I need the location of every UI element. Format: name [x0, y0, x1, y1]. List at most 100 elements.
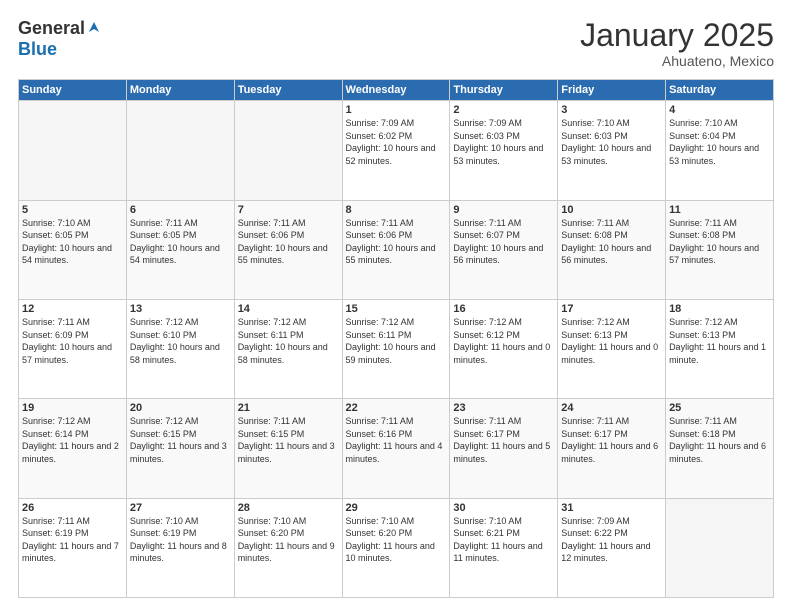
table-row: 24Sunrise: 7:11 AMSunset: 6:17 PMDayligh… [558, 399, 666, 498]
day-number: 11 [669, 204, 770, 216]
day-number: 22 [346, 402, 447, 414]
day-info: Sunrise: 7:11 AMSunset: 6:16 PMDaylight:… [346, 415, 447, 465]
day-number: 24 [561, 402, 662, 414]
title-block: January 2025 Ahuateno, Mexico [580, 18, 774, 69]
table-row: 16Sunrise: 7:12 AMSunset: 6:12 PMDayligh… [450, 299, 558, 398]
day-number: 25 [669, 402, 770, 414]
day-info: Sunrise: 7:10 AMSunset: 6:21 PMDaylight:… [453, 515, 554, 565]
table-row: 2Sunrise: 7:09 AMSunset: 6:03 PMDaylight… [450, 101, 558, 200]
location-title: Ahuateno, Mexico [580, 53, 774, 69]
header-thursday: Thursday [450, 80, 558, 101]
table-row: 1Sunrise: 7:09 AMSunset: 6:02 PMDaylight… [342, 101, 450, 200]
page: General Blue January 2025 Ahuateno, Mexi… [0, 0, 792, 612]
day-info: Sunrise: 7:12 AMSunset: 6:11 PMDaylight:… [238, 316, 339, 366]
table-row: 12Sunrise: 7:11 AMSunset: 6:09 PMDayligh… [19, 299, 127, 398]
day-number: 4 [669, 104, 770, 116]
day-info: Sunrise: 7:12 AMSunset: 6:13 PMDaylight:… [561, 316, 662, 366]
logo-general-text: General [18, 18, 85, 39]
day-info: Sunrise: 7:12 AMSunset: 6:15 PMDaylight:… [130, 415, 231, 465]
day-number: 1 [346, 104, 447, 116]
day-number: 19 [22, 402, 123, 414]
day-number: 28 [238, 502, 339, 514]
day-info: Sunrise: 7:12 AMSunset: 6:10 PMDaylight:… [130, 316, 231, 366]
table-row: 14Sunrise: 7:12 AMSunset: 6:11 PMDayligh… [234, 299, 342, 398]
day-number: 9 [453, 204, 554, 216]
day-info: Sunrise: 7:11 AMSunset: 6:07 PMDaylight:… [453, 217, 554, 267]
day-number: 29 [346, 502, 447, 514]
table-row [666, 498, 774, 597]
day-number: 13 [130, 303, 231, 315]
day-info: Sunrise: 7:12 AMSunset: 6:13 PMDaylight:… [669, 316, 770, 366]
table-row: 25Sunrise: 7:11 AMSunset: 6:18 PMDayligh… [666, 399, 774, 498]
day-number: 5 [22, 204, 123, 216]
day-info: Sunrise: 7:12 AMSunset: 6:14 PMDaylight:… [22, 415, 123, 465]
header-friday: Friday [558, 80, 666, 101]
table-row: 29Sunrise: 7:10 AMSunset: 6:20 PMDayligh… [342, 498, 450, 597]
table-row: 11Sunrise: 7:11 AMSunset: 6:08 PMDayligh… [666, 200, 774, 299]
logo: General Blue [18, 18, 101, 60]
week-row-1: 1Sunrise: 7:09 AMSunset: 6:02 PMDaylight… [19, 101, 774, 200]
table-row: 7Sunrise: 7:11 AMSunset: 6:06 PMDaylight… [234, 200, 342, 299]
day-number: 26 [22, 502, 123, 514]
logo-arrow-icon [87, 20, 101, 39]
day-info: Sunrise: 7:10 AMSunset: 6:05 PMDaylight:… [22, 217, 123, 267]
day-info: Sunrise: 7:10 AMSunset: 6:03 PMDaylight:… [561, 117, 662, 167]
day-info: Sunrise: 7:11 AMSunset: 6:09 PMDaylight:… [22, 316, 123, 366]
day-info: Sunrise: 7:12 AMSunset: 6:11 PMDaylight:… [346, 316, 447, 366]
table-row: 5Sunrise: 7:10 AMSunset: 6:05 PMDaylight… [19, 200, 127, 299]
table-row: 4Sunrise: 7:10 AMSunset: 6:04 PMDaylight… [666, 101, 774, 200]
day-info: Sunrise: 7:09 AMSunset: 6:02 PMDaylight:… [346, 117, 447, 167]
day-info: Sunrise: 7:11 AMSunset: 6:18 PMDaylight:… [669, 415, 770, 465]
header-wednesday: Wednesday [342, 80, 450, 101]
table-row: 13Sunrise: 7:12 AMSunset: 6:10 PMDayligh… [126, 299, 234, 398]
table-row: 31Sunrise: 7:09 AMSunset: 6:22 PMDayligh… [558, 498, 666, 597]
day-info: Sunrise: 7:11 AMSunset: 6:17 PMDaylight:… [453, 415, 554, 465]
day-number: 15 [346, 303, 447, 315]
day-number: 17 [561, 303, 662, 315]
day-info: Sunrise: 7:11 AMSunset: 6:19 PMDaylight:… [22, 515, 123, 565]
table-row [19, 101, 127, 200]
table-row: 10Sunrise: 7:11 AMSunset: 6:08 PMDayligh… [558, 200, 666, 299]
week-row-2: 5Sunrise: 7:10 AMSunset: 6:05 PMDaylight… [19, 200, 774, 299]
day-number: 6 [130, 204, 231, 216]
day-number: 8 [346, 204, 447, 216]
week-row-5: 26Sunrise: 7:11 AMSunset: 6:19 PMDayligh… [19, 498, 774, 597]
day-info: Sunrise: 7:10 AMSunset: 6:04 PMDaylight:… [669, 117, 770, 167]
day-info: Sunrise: 7:11 AMSunset: 6:06 PMDaylight:… [238, 217, 339, 267]
day-info: Sunrise: 7:11 AMSunset: 6:17 PMDaylight:… [561, 415, 662, 465]
day-number: 7 [238, 204, 339, 216]
calendar-table: Sunday Monday Tuesday Wednesday Thursday… [18, 79, 774, 598]
table-row: 18Sunrise: 7:12 AMSunset: 6:13 PMDayligh… [666, 299, 774, 398]
month-title: January 2025 [580, 18, 774, 53]
day-info: Sunrise: 7:11 AMSunset: 6:06 PMDaylight:… [346, 217, 447, 267]
table-row: 15Sunrise: 7:12 AMSunset: 6:11 PMDayligh… [342, 299, 450, 398]
day-info: Sunrise: 7:10 AMSunset: 6:20 PMDaylight:… [238, 515, 339, 565]
table-row: 23Sunrise: 7:11 AMSunset: 6:17 PMDayligh… [450, 399, 558, 498]
header-sunday: Sunday [19, 80, 127, 101]
logo-blue-text: Blue [18, 39, 57, 59]
table-row: 17Sunrise: 7:12 AMSunset: 6:13 PMDayligh… [558, 299, 666, 398]
table-row: 21Sunrise: 7:11 AMSunset: 6:15 PMDayligh… [234, 399, 342, 498]
day-number: 12 [22, 303, 123, 315]
table-row: 8Sunrise: 7:11 AMSunset: 6:06 PMDaylight… [342, 200, 450, 299]
table-row: 19Sunrise: 7:12 AMSunset: 6:14 PMDayligh… [19, 399, 127, 498]
header-saturday: Saturday [666, 80, 774, 101]
day-number: 10 [561, 204, 662, 216]
day-number: 31 [561, 502, 662, 514]
day-number: 20 [130, 402, 231, 414]
day-number: 14 [238, 303, 339, 315]
table-row: 26Sunrise: 7:11 AMSunset: 6:19 PMDayligh… [19, 498, 127, 597]
day-number: 18 [669, 303, 770, 315]
table-row: 27Sunrise: 7:10 AMSunset: 6:19 PMDayligh… [126, 498, 234, 597]
day-info: Sunrise: 7:11 AMSunset: 6:08 PMDaylight:… [669, 217, 770, 267]
day-number: 16 [453, 303, 554, 315]
table-row [126, 101, 234, 200]
table-row: 20Sunrise: 7:12 AMSunset: 6:15 PMDayligh… [126, 399, 234, 498]
table-row: 3Sunrise: 7:10 AMSunset: 6:03 PMDaylight… [558, 101, 666, 200]
table-row: 28Sunrise: 7:10 AMSunset: 6:20 PMDayligh… [234, 498, 342, 597]
day-info: Sunrise: 7:09 AMSunset: 6:03 PMDaylight:… [453, 117, 554, 167]
day-info: Sunrise: 7:10 AMSunset: 6:19 PMDaylight:… [130, 515, 231, 565]
day-number: 27 [130, 502, 231, 514]
header: General Blue January 2025 Ahuateno, Mexi… [18, 18, 774, 69]
table-row: 30Sunrise: 7:10 AMSunset: 6:21 PMDayligh… [450, 498, 558, 597]
